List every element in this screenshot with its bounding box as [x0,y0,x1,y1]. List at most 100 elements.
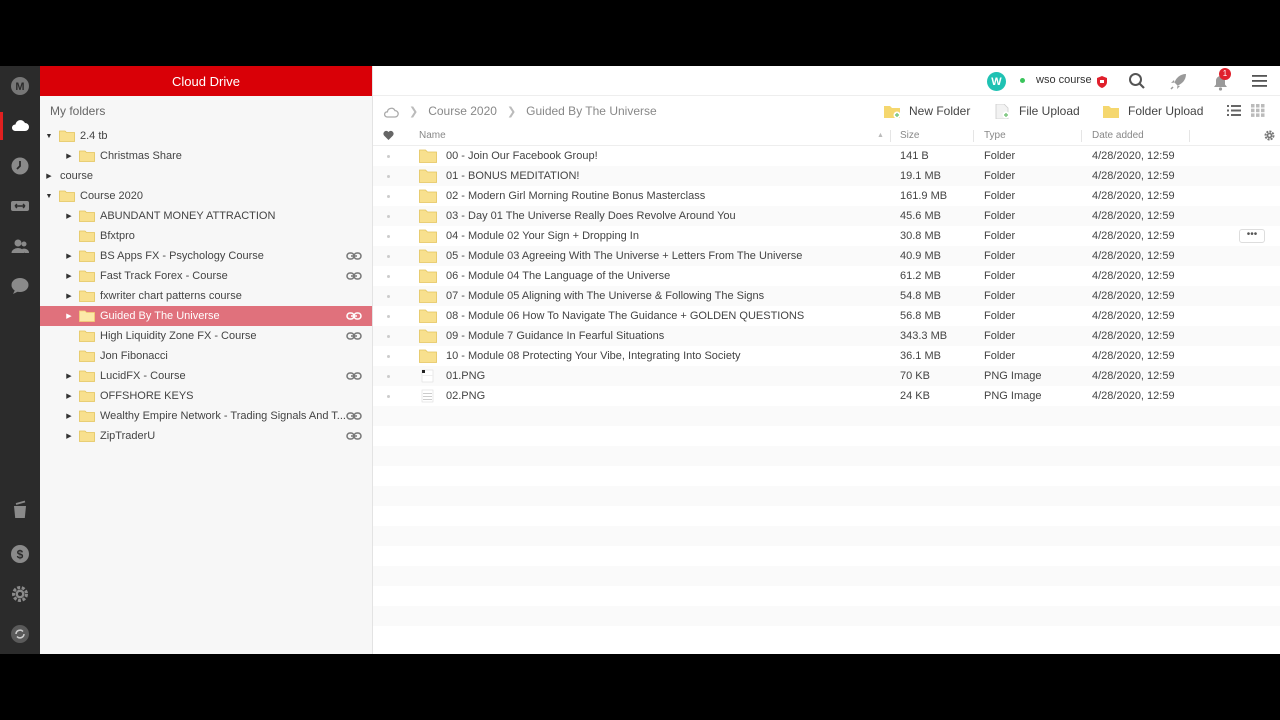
expand-arrow-right-icon[interactable]: ▶ [64,212,74,220]
mega-logo-icon[interactable]: M [10,76,30,96]
expand-arrow-right-icon[interactable]: ▶ [64,272,74,280]
tree-item[interactable]: Jon Fibonacci [40,346,372,366]
table-row[interactable]: 06 - Module 04 The Language of the Unive… [373,266,1280,286]
grid-view-icon[interactable] [1251,104,1265,117]
shared-link-icon[interactable] [346,410,362,422]
column-header-size[interactable]: Size [900,130,919,141]
table-row[interactable]: 02.PNG 24 KB PNG Image 4/28/2020, 12:59 [373,386,1280,406]
column-header-name[interactable]: Name [419,130,446,141]
avatar[interactable]: W [987,72,1006,91]
file-name[interactable]: 04 - Module 02 Your Sign + Dropping In [446,230,639,242]
column-header-date[interactable]: Date added [1092,130,1144,141]
table-row[interactable]: 02 - Modern Girl Morning Routine Bonus M… [373,186,1280,206]
tree-item[interactable]: ▶ OFFSHORE KEYS [40,386,372,406]
new-folder-button[interactable]: New Folder [883,103,970,119]
file-name[interactable]: 01 - BONUS MEDITATION! [446,170,579,182]
tree-item[interactable]: ▶ Guided By The Universe [40,306,372,326]
pro-dollar-icon[interactable]: $ [10,544,30,564]
favourite-dot-icon[interactable] [387,195,390,198]
table-row[interactable]: 01 - BONUS MEDITATION! 19.1 MB Folder 4/28/… [373,166,1280,186]
expand-arrow-down-icon[interactable]: ▼ [44,133,54,140]
cloud-drive-icon[interactable] [0,112,30,140]
table-row[interactable]: 07 - Module 05 Aligning with The Univers… [373,286,1280,306]
tree-item[interactable]: ▶ course [40,166,372,186]
folder-upload-button[interactable]: Folder Upload [1102,103,1203,119]
file-name[interactable]: 01.PNG [446,370,485,382]
expand-arrow-right-icon[interactable]: ▶ [64,412,74,420]
favourite-dot-icon[interactable] [387,155,390,158]
table-row[interactable]: 08 - Module 06 How To Navigate The Guida… [373,306,1280,326]
favourite-dot-icon[interactable] [387,175,390,178]
favourite-dot-icon[interactable] [387,315,390,318]
tree-item[interactable]: High Liquidity Zone FX - Course [40,326,372,346]
favourite-heart-icon[interactable] [383,130,394,141]
recents-clock-icon[interactable] [10,156,30,176]
sort-ascending-icon[interactable]: ▲ [877,132,884,139]
sync-icon[interactable] [10,624,30,644]
favourite-dot-icon[interactable] [387,235,390,238]
expand-arrow-right-icon[interactable]: ▶ [64,252,74,260]
tree-item[interactable]: ▶ ABUNDANT MONEY ATTRACTION [40,206,372,226]
favourite-dot-icon[interactable] [387,255,390,258]
file-name[interactable]: 10 - Module 08 Protecting Your Vibe, Int… [446,350,741,362]
file-name[interactable]: 09 - Module 7 Guidance In Fearful Situat… [446,330,664,342]
shared-link-icon[interactable] [346,330,362,342]
expand-arrow-right-icon[interactable]: ▶ [44,172,54,180]
favourite-dot-icon[interactable] [387,335,390,338]
expand-arrow-right-icon[interactable]: ▶ [64,292,74,300]
file-name[interactable]: 03 - Day 01 The Universe Really Does Rev… [446,210,736,222]
shared-link-icon[interactable] [346,250,362,262]
expand-arrow-down-icon[interactable]: ▼ [44,193,54,200]
search-icon[interactable] [1128,72,1146,90]
tree-item[interactable]: ▶ ZipTraderU [40,426,372,446]
file-name[interactable]: 00 - Join Our Facebook Group! [446,150,598,162]
rubbish-bin-icon[interactable] [10,500,30,520]
table-row[interactable]: 00 - Join Our Facebook Group! 141 B Folder… [373,146,1280,166]
expand-arrow-right-icon[interactable]: ▶ [64,432,74,440]
column-settings-gear-icon[interactable] [1264,130,1275,141]
transfers-icon[interactable] [10,196,30,216]
file-name[interactable]: 02 - Modern Girl Morning Routine Bonus M… [446,190,705,202]
file-name[interactable]: 02.PNG [446,390,485,402]
breadcrumb-item-current[interactable]: Guided By The Universe [526,104,657,118]
column-header-type[interactable]: Type [984,130,1006,141]
contacts-icon[interactable] [10,236,30,256]
rocket-icon[interactable] [1169,72,1188,91]
table-row[interactable]: 10 - Module 08 Protecting Your Vibe, Int… [373,346,1280,366]
main-menu-icon[interactable] [1252,74,1267,88]
tree-item[interactable]: ▶ BS Apps FX - Psychology Course [40,246,372,266]
shared-link-icon[interactable] [346,370,362,382]
table-row[interactable]: 03 - Day 01 The Universe Really Does Rev… [373,206,1280,226]
tree-item[interactable]: ▶ Fast Track Forex - Course [40,266,372,286]
expand-arrow-right-icon[interactable]: ▶ [64,372,74,380]
breadcrumb-item-course-2020[interactable]: Course 2020 [428,104,497,118]
notifications-bell-icon[interactable]: 1 [1211,68,1231,91]
favourite-dot-icon[interactable] [387,295,390,298]
tree-item[interactable]: Bfxtpro [40,226,372,246]
settings-gear-icon[interactable] [10,584,30,604]
favourite-dot-icon[interactable] [387,375,390,378]
tree-item[interactable]: ▶ Christmas Share [40,146,372,166]
table-row[interactable]: 04 - Module 02 Your Sign + Dropping In 30… [373,226,1280,246]
shared-link-icon[interactable] [346,310,362,322]
table-row[interactable]: 05 - Module 03 Agreeing With The Univers… [373,246,1280,266]
account-name[interactable]: wso course [1036,74,1092,86]
file-name[interactable]: 05 - Module 03 Agreeing With The Univers… [446,250,802,262]
tree-item[interactable]: ▶ Wealthy Empire Network - Trading Signal… [40,406,372,426]
file-name[interactable]: 06 - Module 04 The Language of the Unive… [446,270,670,282]
shared-link-icon[interactable] [346,430,362,442]
favourite-dot-icon[interactable] [387,355,390,358]
favourite-dot-icon[interactable] [387,395,390,398]
file-name[interactable]: 07 - Module 05 Aligning with The Univers… [446,290,764,302]
shield-icon[interactable] [1097,75,1107,88]
tree-item[interactable]: ▶ fxwriter chart patterns course [40,286,372,306]
row-more-options-button[interactable]: ••• [1239,229,1265,243]
cloud-root-icon[interactable] [383,105,399,118]
table-row[interactable]: 09 - Module 7 Guidance In Fearful Situat… [373,326,1280,346]
file-upload-button[interactable]: File Upload [993,103,1080,119]
file-name[interactable]: 08 - Module 06 How To Navigate The Guida… [446,310,804,322]
table-row[interactable]: 01.PNG 70 KB PNG Image 4/28/2020, 12:59 [373,366,1280,386]
expand-arrow-right-icon[interactable]: ▶ [64,312,74,320]
shared-link-icon[interactable] [346,270,362,282]
list-view-icon[interactable] [1227,104,1241,117]
